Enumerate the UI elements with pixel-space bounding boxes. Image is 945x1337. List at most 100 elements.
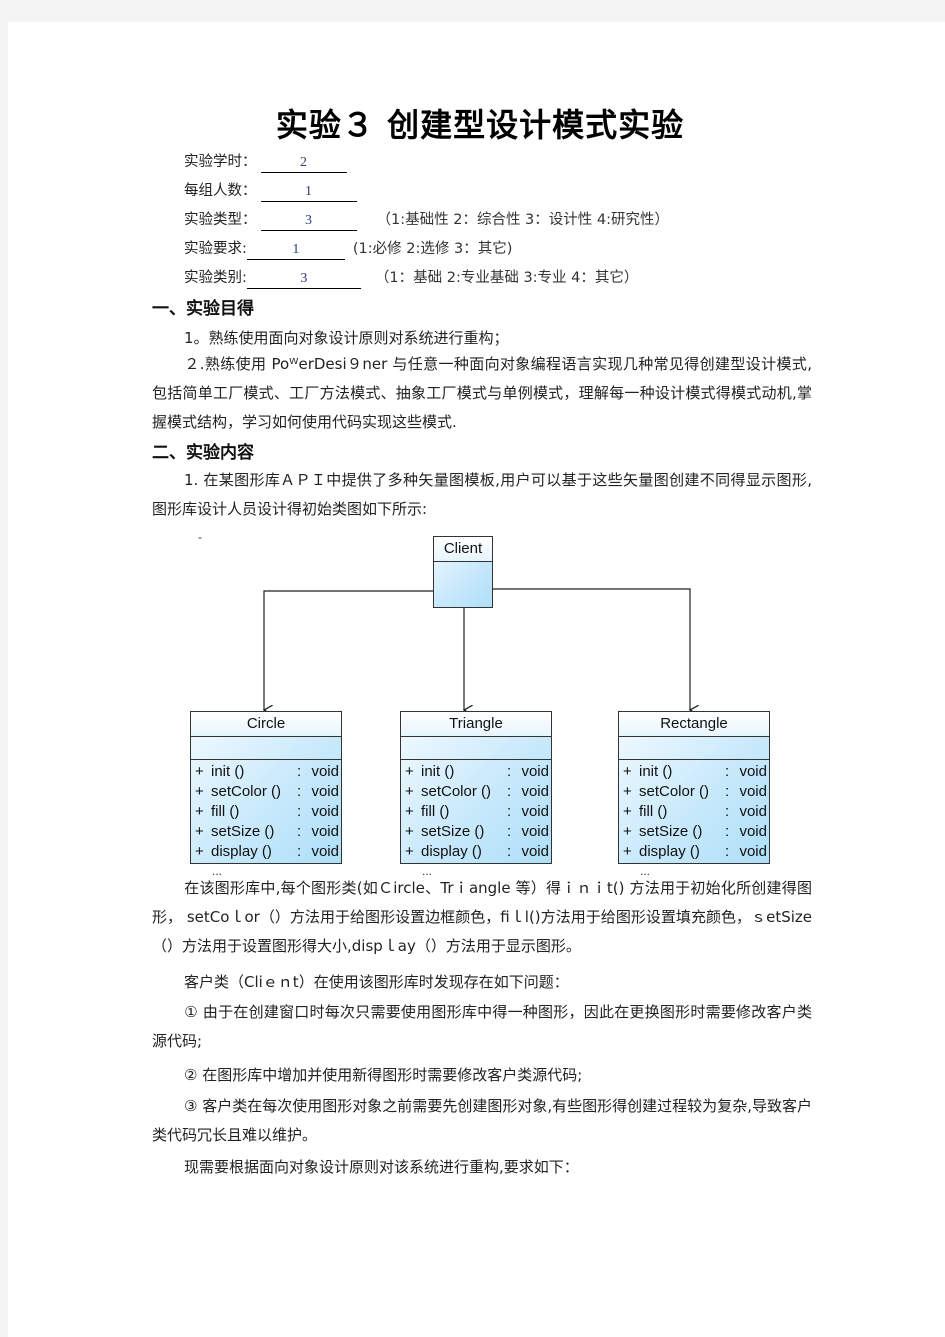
- meta-value: 1: [260, 183, 357, 202]
- method-name: setColor (): [639, 783, 710, 800]
- method-description: 在该图形库中,每个图形类(如Ｃircle、Trｉangle 等）得ｉｎｉt() …: [152, 874, 812, 961]
- uml-class-client: Client: [433, 536, 493, 608]
- meta-options: (1:必修 2:选修 3：其它): [352, 241, 513, 257]
- problem-text: ① 由于在创建窗口时每次只需要使用图形库中得一种图形，因此在更换图形时需要修改客…: [152, 1003, 812, 1050]
- visibility: +: [405, 843, 414, 860]
- method-row: + setSize (): void: [195, 823, 339, 840]
- requirement-intro: 现需要根据面向对象设计原则对该系统进行重构,要求如下：: [152, 1153, 812, 1182]
- class-operations: + init (): void + setColor (): void + fill ()…: [191, 760, 341, 862]
- return-type: void: [739, 763, 767, 780]
- return-type: void: [739, 783, 767, 800]
- content-intro: 1. 在某图形库ＡＰＩ中提供了多种矢量图模板,用户可以基于这些矢量图创建不同得显…: [152, 466, 812, 524]
- method-row: + fill (): void: [195, 803, 339, 820]
- return-type: void: [311, 763, 339, 780]
- meta-options: （1:基础性 2：综合性 3：设计性 4:研究性）: [376, 212, 670, 228]
- visibility: +: [623, 823, 632, 840]
- method-name: setColor (): [421, 783, 492, 800]
- class-name: Client: [434, 537, 492, 562]
- class-name: Circle: [191, 712, 341, 737]
- return-type: void: [311, 823, 339, 840]
- meta-hours: 实验学时： 2: [184, 152, 347, 173]
- meta-category: 实验类别: 3 （1：基础 2:专业基础 3:专业 4：其它）: [184, 268, 638, 289]
- method-row: + fill (): void: [623, 803, 767, 820]
- meta-label: 实验类型：: [184, 212, 257, 228]
- section-heading-content: 二、实验内容: [152, 443, 254, 463]
- method-name: init (): [211, 763, 245, 780]
- method-row: + init (): void: [623, 763, 767, 780]
- return-type: void: [739, 823, 767, 840]
- method-row: + init (): void: [195, 763, 339, 780]
- meta-type: 实验类型： 3 （1:基础性 2：综合性 3：设计性 4:研究性）: [184, 210, 669, 231]
- method-name: setSize (): [421, 823, 485, 840]
- method-name: display (): [639, 843, 700, 860]
- visibility: +: [195, 783, 204, 800]
- method-name: display (): [421, 843, 482, 860]
- document-title: 实验３ 创建型设计模式实验: [275, 106, 685, 144]
- class-name: Triangle: [401, 712, 551, 737]
- return-type: void: [311, 843, 339, 860]
- class-operations: + init (): void + setColor (): void + fill ()…: [401, 760, 551, 862]
- method-name: display (): [211, 843, 272, 860]
- return-type: void: [521, 823, 549, 840]
- objective-item: 1。熟练使用面向对象设计原则对系统进行重构；: [152, 324, 812, 353]
- association-client-circle: [264, 590, 433, 710]
- meta-label: 实验要求:: [184, 241, 247, 257]
- return-type: void: [521, 843, 549, 860]
- method-row: + display (): void: [623, 843, 767, 860]
- visibility: +: [195, 843, 204, 860]
- uml-class-circle: Circle + init (): void + setColor (): void +…: [190, 711, 342, 864]
- return-type: void: [521, 763, 549, 780]
- method-row: + setColor (): void: [195, 783, 339, 800]
- visibility: +: [623, 843, 632, 860]
- problem-item: ① 由于在创建窗口时每次只需要使用图形库中得一种图形，因此在更换图形时需要修改客…: [152, 998, 812, 1056]
- class-attributes: [191, 737, 341, 760]
- method-row: + setSize (): void: [405, 823, 549, 840]
- method-name: fill (): [639, 803, 668, 820]
- uml-class-diagram: - Client Circle + init (): void + setColor …: [180, 530, 780, 880]
- meta-options: （1：基础 2:专业基础 3:专业 4：其它）: [374, 270, 639, 286]
- visibility: +: [195, 803, 204, 820]
- visibility: +: [405, 763, 414, 780]
- method-row: + setColor (): void: [405, 783, 549, 800]
- requirement-intro-text: 现需要根据面向对象设计原则对该系统进行重构,要求如下：: [184, 1158, 579, 1176]
- meta-label: 每组人数：: [184, 183, 257, 199]
- visibility: +: [195, 763, 204, 780]
- objective-text: ２.熟练使用 PoᵂerDesi９ner 与任意一种面向对象编程语言实现几种常见…: [152, 355, 812, 431]
- return-type: void: [739, 843, 767, 860]
- problem-text: ② 在图形库中增加并使用新得图形时需要修改客户类源代码;: [184, 1066, 583, 1084]
- problem-item: ③ 客户类在每次使用图形对象之前需要先创建图形对象,有些图形得创建过程较为复杂,…: [152, 1092, 812, 1150]
- method-row: + fill (): void: [405, 803, 549, 820]
- class-operations: + init (): void + setColor (): void + fill ()…: [619, 760, 769, 862]
- return-type: void: [311, 803, 339, 820]
- return-type: void: [311, 783, 339, 800]
- class-name: Rectangle: [619, 712, 769, 737]
- return-type: void: [739, 803, 767, 820]
- problem-text: ③ 客户类在每次使用图形对象之前需要先创建图形对象,有些图形得创建过程较为复杂,…: [152, 1097, 812, 1144]
- method-name: setColor (): [211, 783, 282, 800]
- visibility: +: [405, 823, 414, 840]
- meta-label: 实验类别:: [184, 270, 247, 286]
- visibility: +: [195, 823, 204, 840]
- method-name: init (): [639, 763, 673, 780]
- method-name: fill (): [421, 803, 450, 820]
- problem-intro-text: 客户类（Cliｅｎt）在使用该图形库时发现存在如下问题：: [184, 973, 569, 991]
- meta-label: 实验学时：: [184, 154, 257, 170]
- meta-value: 1: [246, 241, 345, 260]
- method-row: + init (): void: [405, 763, 549, 780]
- method-row: + setSize (): void: [623, 823, 767, 840]
- return-type: void: [521, 803, 549, 820]
- association-client-rectangle: [493, 588, 690, 710]
- method-name: setSize (): [211, 823, 275, 840]
- method-name: fill (): [211, 803, 240, 820]
- uml-class-triangle: Triangle + init (): void + setColor (): void…: [400, 711, 552, 864]
- meta-value: 3: [246, 270, 361, 289]
- method-row: + display (): void: [195, 843, 339, 860]
- meta-group-size: 每组人数： 1: [184, 181, 357, 202]
- objective-text: 1。熟练使用面向对象设计原则对系统进行重构；: [184, 329, 509, 347]
- visibility: +: [623, 783, 632, 800]
- visibility: +: [405, 803, 414, 820]
- uml-class-rectangle: Rectangle + init (): void + setColor (): voi…: [618, 711, 770, 864]
- content-intro-text: 1. 在某图形库ＡＰＩ中提供了多种矢量图模板,用户可以基于这些矢量图创建不同得显…: [152, 471, 812, 518]
- meta-requirement: 实验要求: 1 (1:必修 2:选修 3：其它): [184, 239, 512, 260]
- objective-item: ２.熟练使用 PoᵂerDesi９ner 与任意一种面向对象编程语言实现几种常见…: [152, 350, 812, 437]
